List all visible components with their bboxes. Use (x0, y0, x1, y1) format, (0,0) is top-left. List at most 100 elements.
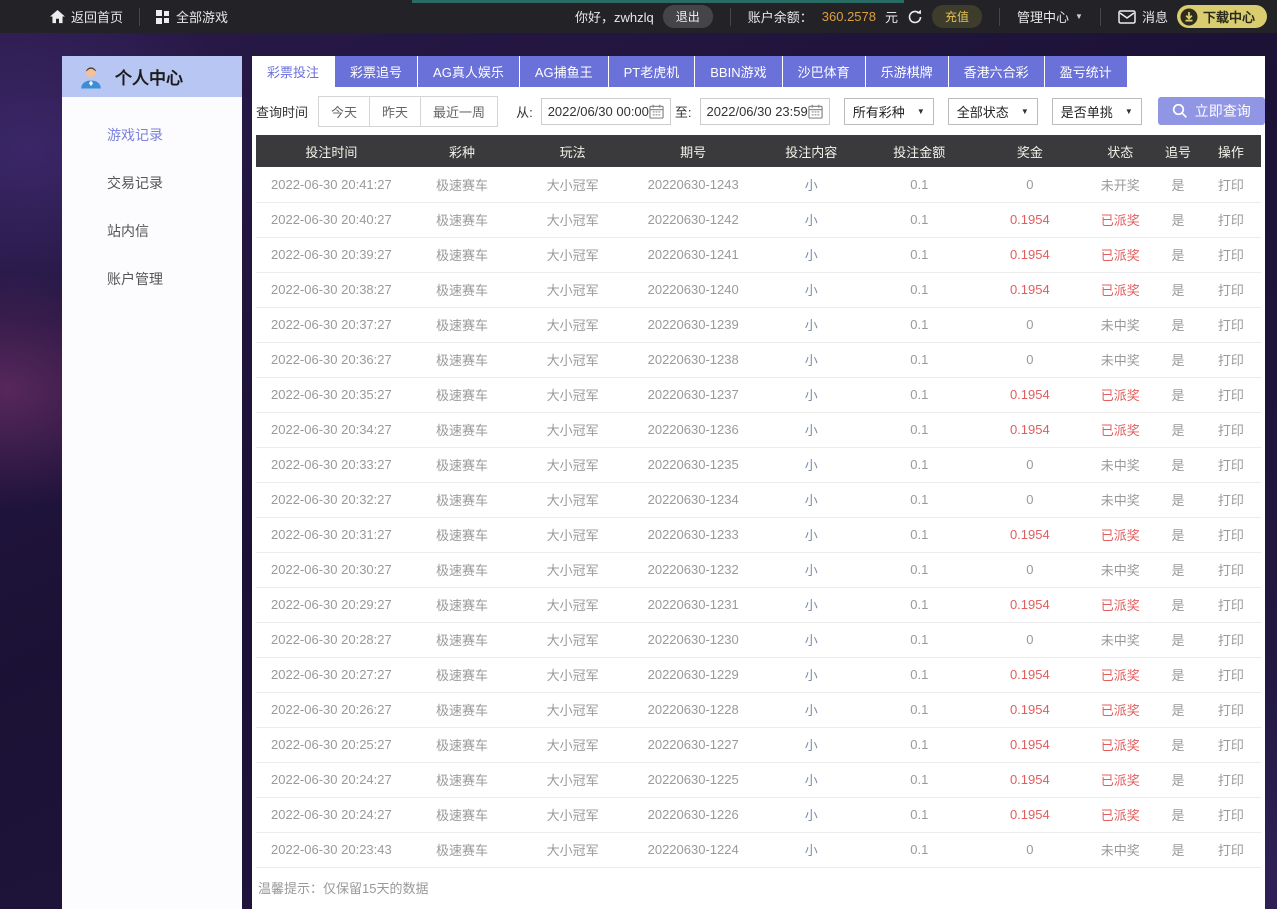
messages-link[interactable]: 消息 (1118, 7, 1168, 26)
search-button[interactable]: 立即查询 (1157, 97, 1265, 125)
cell-action[interactable]: 打印 (1200, 657, 1261, 693)
cell-action[interactable]: 打印 (1200, 482, 1261, 518)
cell-play: 大小冠军 (517, 622, 628, 658)
cell-chase: 是 (1155, 517, 1201, 553)
filter-select-1[interactable]: 全部状态 ▼ (947, 97, 1038, 125)
cell-status: 未中奖 (1085, 622, 1156, 658)
calendar-icon[interactable] (649, 104, 664, 119)
cell-action[interactable]: 打印 (1200, 272, 1261, 308)
all-games-link[interactable]: 全部游戏 (156, 7, 228, 26)
cell-amount: 0.1 (864, 307, 975, 343)
sidebar-item-2[interactable]: 站内信 (62, 207, 242, 255)
refresh-icon[interactable] (907, 9, 923, 25)
cell-time: 2022-06-30 20:37:27 (256, 307, 407, 343)
cell-amount: 0.1 (864, 832, 975, 868)
table-row: 2022-06-30 20:39:27 极速赛车 大小冠军 20220630-1241… (256, 237, 1261, 273)
cell-time: 2022-06-30 20:38:27 (256, 272, 407, 308)
admin-center-menu[interactable]: 管理中心 ▼ (1017, 7, 1083, 26)
tab-3[interactable]: AG捕鱼王 (519, 56, 608, 87)
retention-note: 温馨提示：仅保留15天的数据 (258, 880, 429, 896)
cell-status: 已派奖 (1085, 237, 1156, 273)
tab-8[interactable]: 香港六合彩 (948, 56, 1044, 87)
cell-content: 小 (758, 587, 864, 623)
cell-prize: 0.1954 (974, 272, 1086, 308)
cell-action[interactable]: 打印 (1200, 797, 1261, 833)
cell-time: 2022-06-30 20:30:27 (256, 552, 407, 588)
cell-action[interactable]: 打印 (1200, 447, 1261, 483)
logout-button[interactable]: 退出 (662, 5, 713, 28)
tab-6[interactable]: 沙巴体育 (782, 56, 865, 87)
cell-action[interactable]: 打印 (1200, 412, 1261, 448)
cell-issue: 20220630-1235 (627, 447, 759, 483)
cell-action[interactable]: 打印 (1200, 237, 1261, 273)
cell-chase: 是 (1155, 482, 1201, 518)
cell-lottery: 极速赛车 (406, 167, 518, 203)
download-center-button[interactable]: 下载中心 (1176, 5, 1267, 28)
cell-status: 未中奖 (1085, 832, 1156, 868)
cell-play: 大小冠军 (517, 657, 628, 693)
cell-action[interactable]: 打印 (1200, 762, 1261, 798)
cell-action[interactable]: 打印 (1200, 202, 1261, 238)
filter-select-0[interactable]: 所有彩种 ▼ (843, 97, 934, 125)
sidebar-item-0[interactable]: 游戏记录 (62, 111, 242, 159)
download-icon (1180, 8, 1198, 26)
quick-range-2[interactable]: 最近一周 (420, 95, 499, 127)
cell-time: 2022-06-30 20:40:27 (256, 202, 407, 238)
table-row: 2022-06-30 20:34:27 极速赛车 大小冠军 20220630-1236… (256, 412, 1261, 448)
cell-action[interactable]: 打印 (1200, 377, 1261, 413)
cell-time: 2022-06-30 20:25:27 (256, 727, 407, 763)
cell-status: 已派奖 (1085, 692, 1156, 728)
cell-action[interactable]: 打印 (1200, 587, 1261, 623)
col-header-chase: 追号 (1155, 135, 1201, 167)
sidebar-item-1[interactable]: 交易记录 (62, 159, 242, 207)
recharge-button[interactable]: 充值 (932, 5, 983, 28)
table-row: 2022-06-30 20:24:27 极速赛车 大小冠军 20220630-1226… (256, 797, 1261, 833)
tab-4[interactable]: PT老虎机 (608, 56, 695, 87)
cell-time: 2022-06-30 20:24:27 (256, 762, 407, 798)
table-row: 2022-06-30 20:26:27 极速赛车 大小冠军 20220630-1228… (256, 692, 1261, 728)
cell-prize: 0.1954 (974, 412, 1086, 448)
topbar-left: 返回首页 全部游戏 (50, 7, 228, 26)
topbar-divider (729, 7, 731, 26)
query-bar: 查询时间 今天 昨天 最近一周 从: 2022/06/30 00:00 至: 202… (252, 92, 1265, 130)
tab-2[interactable]: AG真人娱乐 (418, 56, 519, 87)
calendar-icon[interactable] (808, 104, 823, 119)
cell-action[interactable]: 打印 (1200, 727, 1261, 763)
filter-select-2[interactable]: 是否单挑 ▼ (1051, 97, 1142, 125)
cell-play: 大小冠军 (517, 762, 628, 798)
records-table: 投注时间 彩种 玩法 期号 投注内容 投注金额 奖金 状态 追号 操作 2022-06-30 20… (256, 135, 1261, 868)
cell-action[interactable]: 打印 (1200, 167, 1261, 203)
to-date-input[interactable]: 2022/06/30 23:59 (699, 97, 830, 125)
cell-prize: 0 (974, 307, 1086, 343)
cell-action[interactable]: 打印 (1200, 307, 1261, 343)
col-header-issue: 期号 (627, 135, 759, 167)
cell-status: 未中奖 (1085, 307, 1156, 343)
cell-action[interactable]: 打印 (1200, 692, 1261, 728)
col-header-status: 状态 (1085, 135, 1156, 167)
sidebar-item-3[interactable]: 账户管理 (62, 255, 242, 303)
tab-1[interactable]: 彩票追号 (335, 56, 418, 87)
table-row: 2022-06-30 20:23:43 极速赛车 大小冠军 20220630-1224… (256, 832, 1261, 868)
tab-0[interactable]: 彩票投注 (252, 56, 335, 87)
cell-action[interactable]: 打印 (1200, 622, 1261, 658)
tab-bar: 彩票投注 彩票追号 AG真人娱乐 AG捕鱼王 PT老虎机 BBIN游戏 沙巴体育 乐游棋牌 香港… (252, 56, 1265, 87)
from-date-input[interactable]: 2022/06/30 00:00 (540, 97, 671, 125)
table-row: 2022-06-30 20:28:27 极速赛车 大小冠军 20220630-1230… (256, 622, 1261, 658)
tab-7[interactable]: 乐游棋牌 (865, 56, 948, 87)
sidebar-menu: 游戏记录 交易记录 站内信 账户管理 (62, 97, 242, 303)
cell-action[interactable]: 打印 (1200, 832, 1261, 868)
quick-range-0[interactable]: 今天 (318, 95, 371, 127)
quick-range-1[interactable]: 昨天 (369, 95, 422, 127)
cell-amount: 0.1 (864, 167, 975, 203)
cell-action[interactable]: 打印 (1200, 552, 1261, 588)
cell-action[interactable]: 打印 (1200, 517, 1261, 553)
cell-play: 大小冠军 (517, 377, 628, 413)
cell-content: 小 (758, 517, 864, 553)
cell-content: 小 (758, 342, 864, 378)
cell-action[interactable]: 打印 (1200, 342, 1261, 378)
tab-5[interactable]: BBIN游戏 (695, 56, 782, 87)
cell-status: 已派奖 (1085, 587, 1156, 623)
cell-time: 2022-06-30 20:36:27 (256, 342, 407, 378)
home-link[interactable]: 返回首页 (50, 7, 123, 26)
tab-9[interactable]: 盈亏统计 (1044, 56, 1127, 87)
